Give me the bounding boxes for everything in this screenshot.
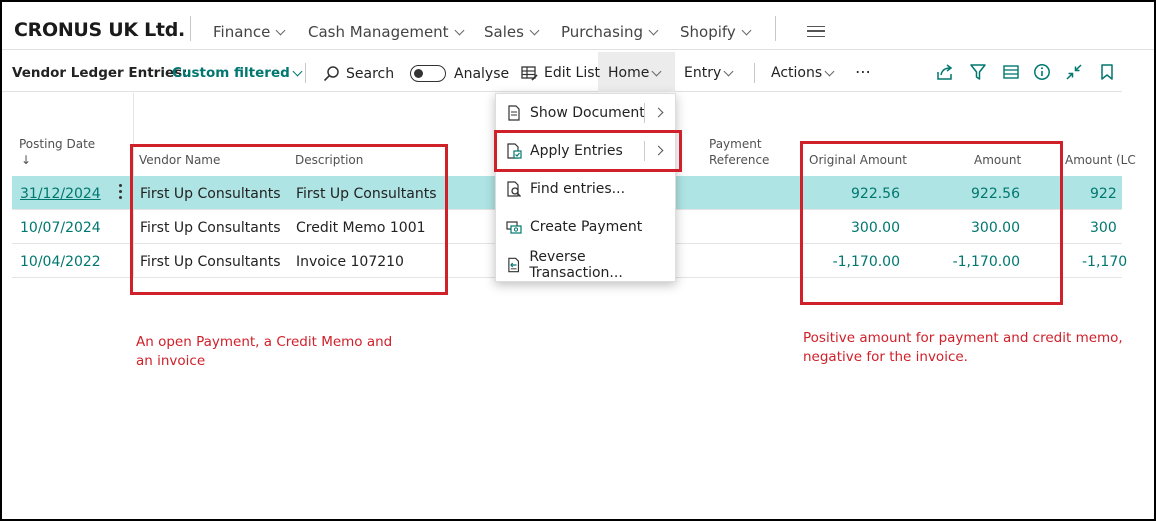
info-icon[interactable] — [1033, 63, 1051, 81]
list-view-icon[interactable] — [1002, 63, 1020, 81]
filter-icon[interactable] — [969, 63, 987, 81]
submenu-divider — [644, 103, 645, 123]
chevron-down-icon — [723, 66, 734, 76]
amount-lcy-cell[interactable]: 922 — [1090, 186, 1117, 202]
menu-item-show-document[interactable]: Show Document — [496, 94, 677, 132]
page-title: Vendor Ledger Entries: — [12, 65, 188, 81]
toggle-switch-icon — [410, 65, 446, 82]
chevron-down-icon — [292, 66, 303, 76]
menu-item-find-entries[interactable]: Find entries... — [496, 170, 677, 208]
actions-menu-button[interactable]: Actions — [771, 65, 835, 81]
collapse-icon[interactable] — [1065, 63, 1083, 81]
menu-item-reverse-transaction[interactable]: Reverse Transaction... — [496, 246, 677, 284]
hamburger-menu-icon[interactable] — [807, 26, 825, 37]
chevron-down-icon — [648, 25, 659, 35]
more-options-button[interactable]: ⋯ — [855, 62, 871, 81]
share-icon[interactable] — [936, 63, 954, 81]
chevron-down-icon — [454, 25, 465, 35]
entry-menu-button[interactable]: Entry — [684, 65, 734, 81]
posting-date-cell[interactable]: 10/04/2022 — [20, 254, 101, 270]
nav-cash-management[interactable]: Cash Management — [308, 23, 465, 41]
row-actions-icon[interactable] — [119, 184, 123, 202]
amount-lcy-cell[interactable]: -1,170 — [1082, 254, 1127, 270]
posting-date-cell[interactable]: 10/07/2024 — [20, 220, 101, 236]
app-window: CRONUS UK Ltd. Finance Cash Management S… — [2, 2, 1154, 519]
home-menu-button[interactable]: Home — [608, 65, 662, 81]
search-button[interactable]: Search — [323, 65, 394, 82]
search-icon — [323, 66, 339, 82]
action-bar: Vendor Ledger Entries: Custom filtered S… — [2, 52, 1122, 92]
nav-divider — [190, 16, 191, 41]
nav-purchasing[interactable]: Purchasing — [561, 23, 659, 41]
chevron-down-icon — [741, 25, 752, 35]
chevron-down-icon — [824, 66, 835, 76]
chevron-down-icon — [651, 66, 662, 76]
find-entries-icon — [507, 181, 522, 197]
bookmark-icon[interactable] — [1098, 63, 1116, 81]
edit-list-icon — [521, 65, 538, 81]
annotation-box-apply-entries — [494, 130, 682, 172]
nav-divider — [775, 16, 776, 41]
top-navigation: CRONUS UK Ltd. Finance Cash Management S… — [2, 2, 1154, 50]
company-name[interactable]: CRONUS UK Ltd. — [14, 19, 185, 41]
col-header-payment-reference[interactable]: Payment Reference — [709, 136, 769, 168]
annotation-note-left: An open Payment, a Credit Memo and an in… — [136, 334, 393, 369]
annotation-box-vendor-description — [130, 144, 448, 295]
annotation-note-right: Positive amount for payment and credit m… — [803, 330, 1123, 365]
chevron-right-icon[interactable] — [653, 107, 664, 118]
col-header-posting-date[interactable]: Posting Date ↓ — [19, 136, 95, 168]
annotation-box-amounts — [800, 141, 1063, 305]
chevron-down-icon — [529, 25, 540, 35]
toolbar-divider — [305, 63, 306, 83]
nav-shopify[interactable]: Shopify — [680, 23, 752, 41]
amount-lcy-cell[interactable]: 300 — [1090, 220, 1117, 236]
reverse-transaction-icon — [508, 257, 520, 273]
sort-descending-icon: ↓ — [21, 153, 32, 167]
col-header-amount-lcy[interactable]: Amount (LC — [1065, 152, 1136, 168]
menu-item-create-payment[interactable]: Create Payment — [496, 208, 677, 246]
nav-finance[interactable]: Finance — [213, 23, 286, 41]
nav-sales[interactable]: Sales — [484, 23, 540, 41]
edit-list-button[interactable]: Edit List — [521, 65, 600, 81]
home-dropdown-menu: Show Document Apply Entries Find entries… — [495, 93, 676, 282]
filter-dropdown[interactable]: Custom filtered — [172, 65, 303, 81]
document-icon — [508, 105, 520, 121]
toolbar-divider — [754, 63, 755, 83]
create-payment-icon — [506, 221, 522, 234]
posting-date-cell[interactable]: 31/12/2024 — [20, 186, 101, 202]
chevron-down-icon — [275, 25, 286, 35]
analyse-toggle[interactable]: Analyse — [410, 65, 509, 82]
